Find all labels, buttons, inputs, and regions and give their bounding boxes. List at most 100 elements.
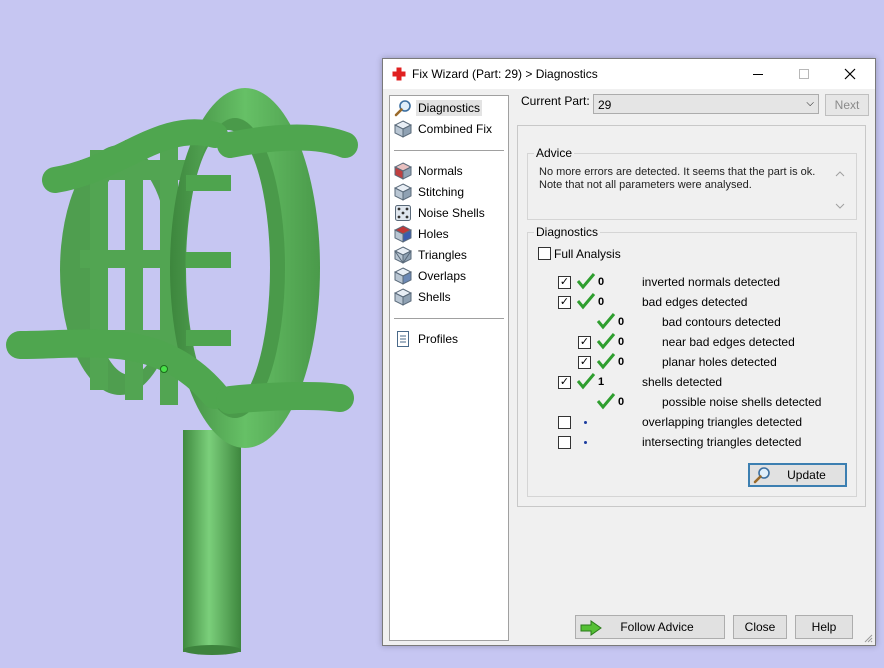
overlapping-triangles-label: overlapping triangles detected (642, 415, 803, 429)
pending-dot-icon (584, 421, 587, 424)
bad-edges-checkbox[interactable]: ✓ (558, 296, 571, 309)
sidebar-item-combined-fix[interactable]: Combined Fix (394, 119, 504, 139)
cube-triangles-icon (394, 246, 412, 264)
check-icon (576, 373, 596, 390)
sidebar-item-label: Holes (418, 227, 449, 241)
advice-scrollbar[interactable] (832, 165, 848, 215)
sidebar-item-overlaps[interactable]: Overlaps (394, 266, 504, 286)
close-button[interactable]: Close (733, 615, 787, 639)
check-icon (596, 353, 616, 370)
sidebar-item-diagnostics[interactable]: Diagnostics (394, 98, 504, 118)
arrow-right-icon (580, 620, 602, 636)
magnifier-icon (394, 100, 411, 117)
cube-icon (394, 288, 412, 306)
maximize-button[interactable] (781, 59, 827, 89)
fix-wizard-window: Fix Wizard (Part: 29) > Diagnostics Diag… (382, 58, 876, 646)
wizard-sidebar: Diagnostics Combined Fix Normals Stitchi… (389, 95, 509, 641)
document-icon (397, 331, 409, 347)
full-analysis-checkbox[interactable] (538, 247, 551, 260)
cube-overlap-icon (394, 267, 412, 285)
inverted-normals-count: 0 (598, 276, 605, 288)
sidebar-item-label: Stitching (418, 185, 465, 199)
magnifier-icon (753, 467, 770, 484)
maximize-icon (799, 69, 809, 79)
advice-line: Note that not all parameters were analys… (539, 179, 752, 191)
red-cross-icon (392, 67, 406, 81)
intersecting-triangles-checkbox[interactable] (558, 436, 571, 449)
inverted-normals-checkbox[interactable]: ✓ (558, 276, 571, 289)
near-bad-edges-checkbox[interactable]: ✓ (578, 336, 591, 349)
bad-edges-label: bad edges detected (642, 295, 748, 309)
near-bad-edges-count: 0 (618, 336, 625, 348)
bad-contours-count: 0 (618, 316, 625, 328)
help-button-label: Help (811, 620, 837, 634)
shells-label: shells detected (642, 375, 723, 389)
follow-advice-label: Follow Advice (620, 620, 694, 634)
inverted-normals-label: inverted normals detected (642, 275, 781, 289)
current-part-label: Current Part: (521, 94, 590, 108)
sidebar-item-label: Normals (418, 164, 463, 178)
dice-icon (395, 205, 411, 221)
sidebar-item-label: Diagnostics (416, 100, 483, 116)
sidebar-item-holes[interactable]: Holes (394, 224, 504, 244)
sidebar-item-noise-shells[interactable]: Noise Shells (394, 203, 504, 223)
sidebar-item-stitching[interactable]: Stitching (394, 182, 504, 202)
sidebar-divider (394, 318, 504, 319)
sidebar-item-triangles[interactable]: Triangles (394, 245, 504, 265)
check-icon (576, 273, 596, 290)
sidebar-item-label: Noise Shells (418, 206, 485, 220)
window-title: Fix Wizard (Part: 29) > Diagnostics (412, 67, 598, 81)
bad-edges-count: 0 (598, 296, 605, 308)
diagnostics-panel: Advice No more errors are detected. It s… (517, 125, 866, 507)
noise-shells-count: 0 (618, 396, 625, 408)
update-button-label: Update (787, 468, 826, 482)
cube-icon (394, 120, 412, 138)
sidebar-item-label: Shells (418, 290, 451, 304)
close-button-label: Close (744, 620, 776, 634)
advice-title: Advice (534, 146, 575, 160)
minimize-icon (753, 74, 763, 75)
check-icon (596, 333, 616, 350)
sidebar-item-shells[interactable]: Shells (394, 287, 504, 307)
bad-contours-label: bad contours detected (662, 315, 781, 329)
sidebar-item-profiles[interactable]: Profiles (394, 329, 504, 349)
diagnostics-title: Diagnostics (534, 225, 601, 239)
planar-holes-label: planar holes detected (662, 355, 777, 369)
check-icon (596, 313, 616, 330)
overlapping-triangles-checkbox[interactable] (558, 416, 571, 429)
minimize-button[interactable] (735, 59, 781, 89)
update-button[interactable]: Update (748, 463, 847, 487)
shells-count: 1 (598, 376, 605, 388)
next-button-label: Next (834, 98, 860, 112)
full-analysis-label: Full Analysis (554, 247, 621, 261)
sidebar-item-label: Combined Fix (418, 122, 493, 136)
resize-grip-icon[interactable] (863, 633, 873, 643)
noise-shells-label: possible noise shells detected (662, 395, 822, 409)
close-window-button[interactable] (827, 59, 873, 89)
cube-icon (394, 183, 412, 201)
current-part-select[interactable]: 29 ⌵ (593, 94, 819, 114)
advice-text: No more errors are detected. It seems th… (539, 166, 823, 192)
follow-advice-button[interactable]: Follow Advice (575, 615, 725, 639)
sidebar-item-label: Profiles (418, 332, 459, 346)
current-part-value: 29 (598, 98, 612, 112)
check-icon (596, 393, 616, 410)
sidebar-divider (394, 150, 504, 151)
sidebar-item-label: Overlaps (418, 269, 467, 283)
advice-line: No more errors are detected. It seems th… (539, 166, 816, 178)
check-icon (576, 293, 596, 310)
title-bar[interactable]: Fix Wizard (Part: 29) > Diagnostics (383, 59, 875, 89)
intersecting-triangles-label: intersecting triangles detected (642, 435, 802, 449)
planar-holes-count: 0 (618, 356, 625, 368)
chevron-down-icon: ⌵ (806, 98, 814, 109)
next-button[interactable]: Next (825, 94, 869, 116)
close-icon (844, 68, 856, 80)
sidebar-item-normals[interactable]: Normals (394, 161, 504, 181)
pending-dot-icon (584, 441, 587, 444)
sidebar-item-label: Triangles (418, 248, 467, 262)
planar-holes-checkbox[interactable]: ✓ (578, 356, 591, 369)
shells-checkbox[interactable]: ✓ (558, 376, 571, 389)
near-bad-edges-label: near bad edges detected (662, 335, 795, 349)
help-button[interactable]: Help (795, 615, 853, 639)
cube-red-icon (394, 162, 412, 180)
